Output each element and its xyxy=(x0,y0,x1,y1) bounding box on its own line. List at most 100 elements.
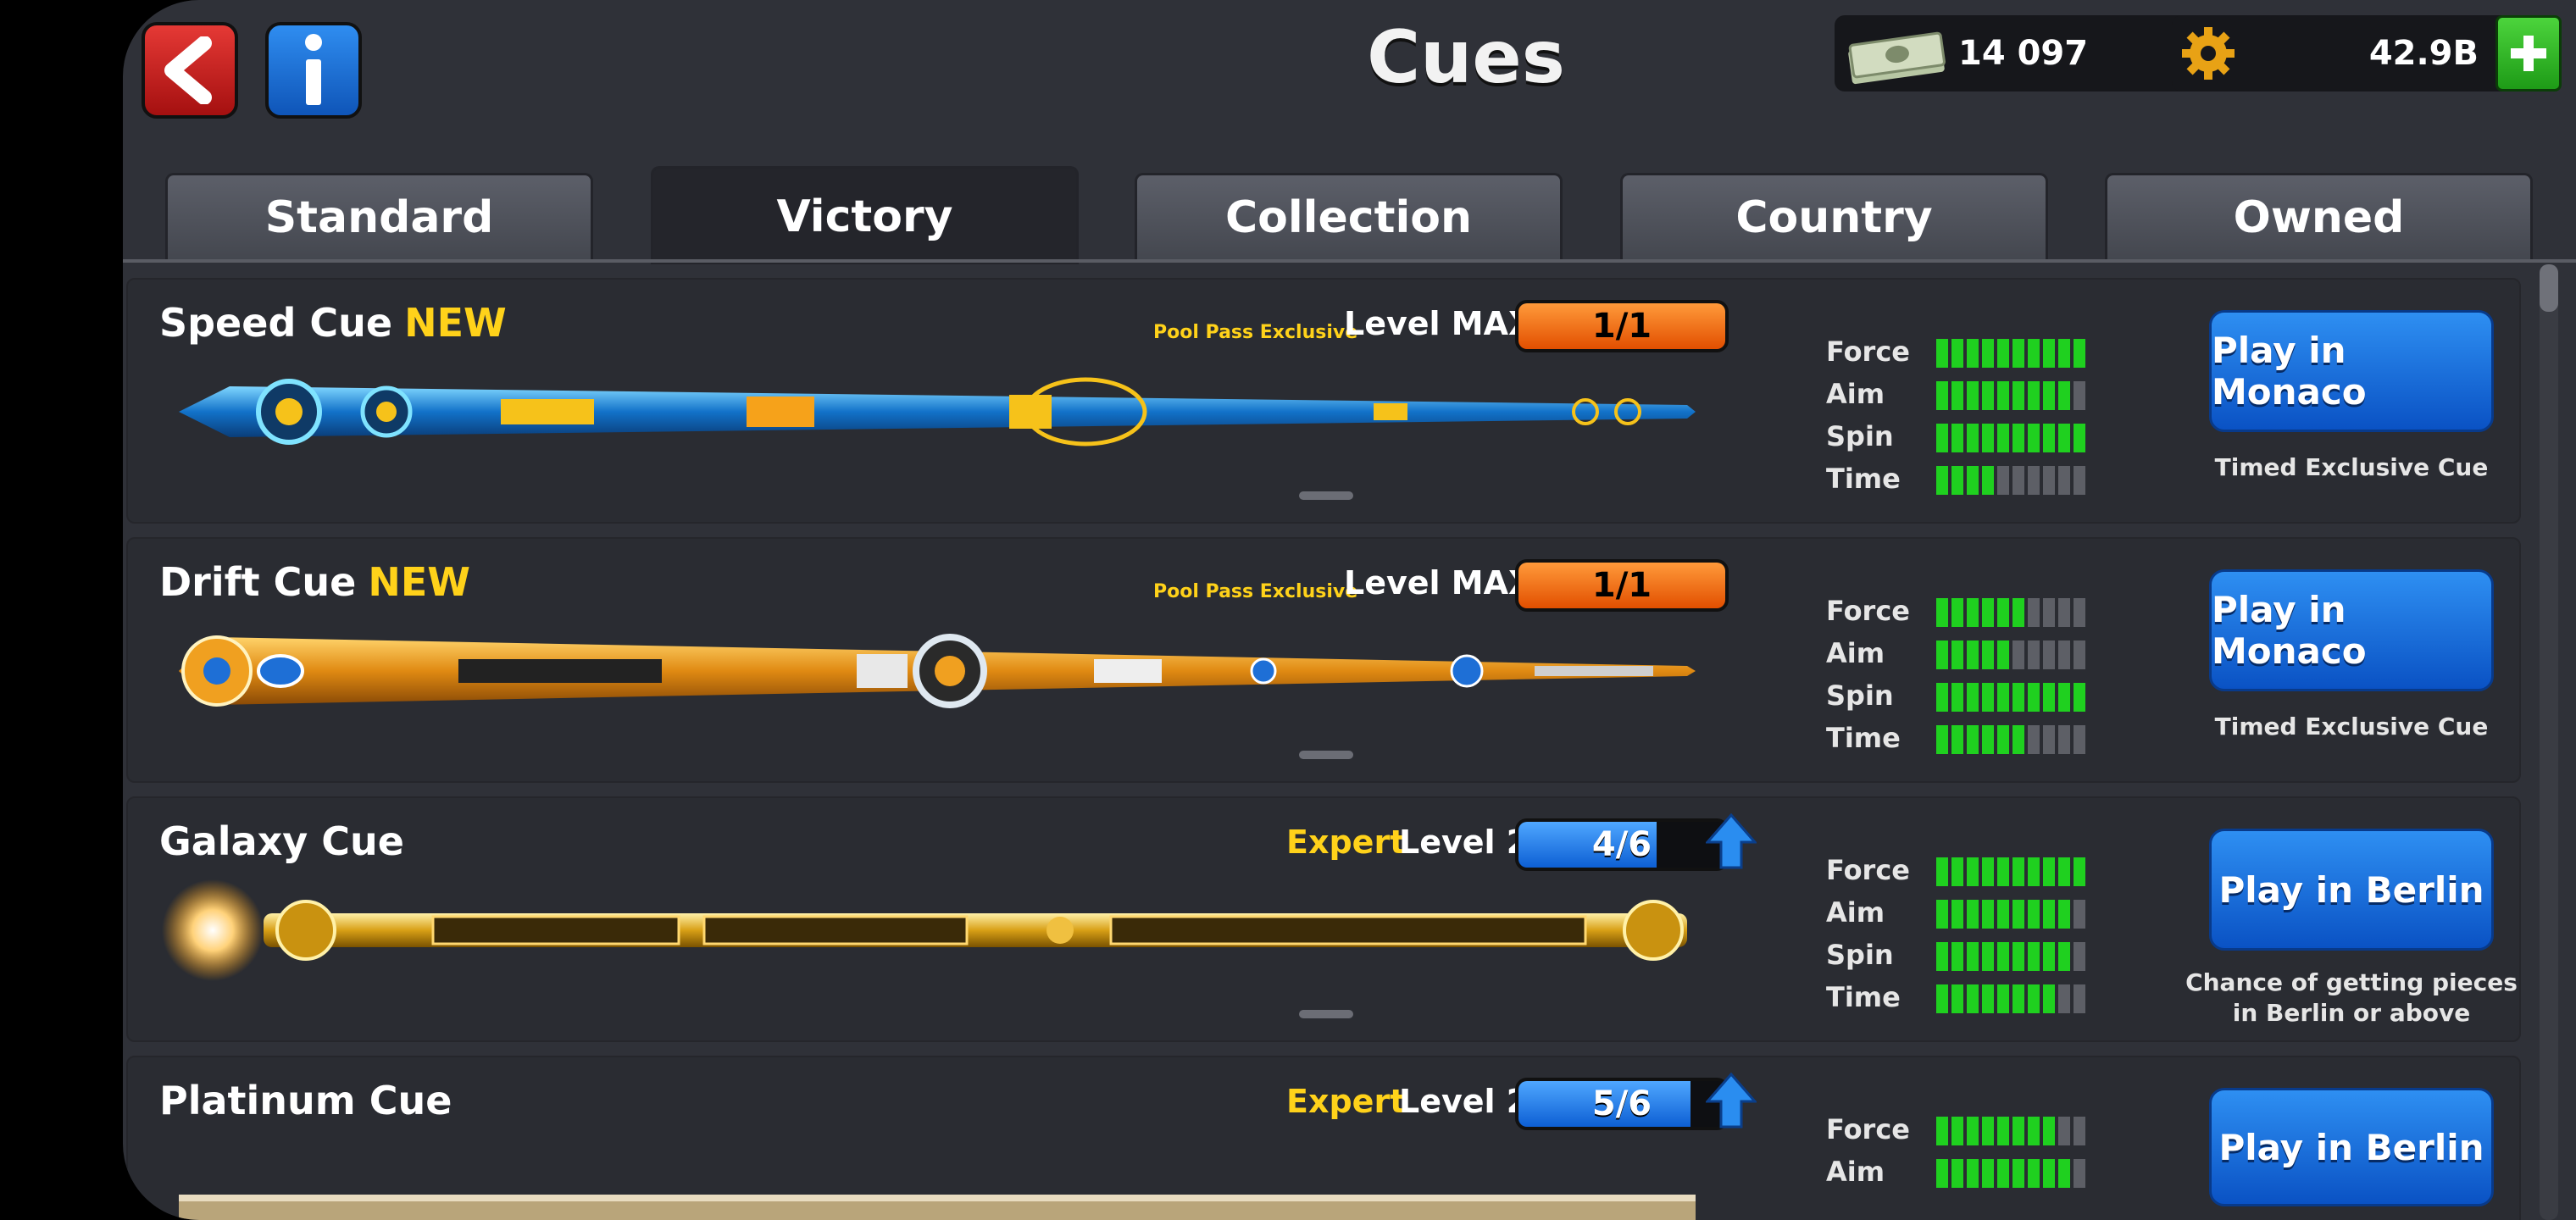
play-in-berlin-button[interactable]: Play in Berlin xyxy=(2209,829,2494,951)
stat-segment xyxy=(1997,381,2009,410)
plus-icon xyxy=(2511,36,2546,71)
stat-segment xyxy=(2012,683,2024,712)
stat-segment xyxy=(1936,725,1948,754)
stat-segment xyxy=(1967,339,1979,368)
stat-segment xyxy=(2058,942,2070,971)
stat-bar-aim xyxy=(1936,640,2085,669)
stat-segment xyxy=(1936,683,1948,712)
stat-segment xyxy=(2058,683,2070,712)
drift-cue-image xyxy=(179,634,1696,708)
stat-segment xyxy=(2058,466,2070,495)
add-coins-button[interactable] xyxy=(2496,15,2562,92)
game-screen: Cues 14 097 42.9B Standard Victory Colle… xyxy=(123,0,2576,1220)
stat-segment xyxy=(2043,683,2055,712)
stat-spin: Spin xyxy=(1826,415,2097,458)
cue-note: Timed Exclusive Cue xyxy=(2214,713,2489,740)
stat-segment xyxy=(2012,900,2024,929)
tab-country[interactable]: Country xyxy=(1620,173,2048,259)
stat-bar-aim xyxy=(1936,900,2085,929)
stat-segment xyxy=(2012,984,2024,1013)
stat-label-aim: Aim xyxy=(1826,637,1885,669)
stat-aim: Aim xyxy=(1826,891,2097,934)
play-in-berlin-button[interactable]: Play in Berlin xyxy=(2209,1088,2494,1206)
stat-segment xyxy=(2043,381,2055,410)
stat-segment xyxy=(2058,725,2070,754)
stat-bar-time xyxy=(1936,725,2085,754)
stat-time: Time xyxy=(1826,458,2097,500)
drag-handle[interactable] xyxy=(1299,751,1353,759)
stat-segment xyxy=(1967,381,1979,410)
level-progress-bar: 1/1 xyxy=(1515,300,1729,352)
stat-segment xyxy=(2028,598,2040,627)
stat-segment xyxy=(2074,1159,2085,1188)
stat-segment xyxy=(1967,1117,1979,1145)
stat-segment xyxy=(1967,640,1979,669)
tab-victory[interactable]: Victory xyxy=(651,166,1079,264)
stat-label-spin: Spin xyxy=(1826,420,1894,452)
stat-segment xyxy=(2028,466,2040,495)
stat-segment xyxy=(1997,900,2009,929)
stat-segment xyxy=(1951,424,1963,452)
cue-name-text: Speed Cue xyxy=(159,300,393,346)
stat-segment xyxy=(2028,640,2040,669)
stat-segment xyxy=(2043,339,2055,368)
tab-standard[interactable]: Standard xyxy=(165,173,593,259)
stat-segment xyxy=(2058,1117,2070,1145)
stat-segment xyxy=(1936,900,1948,929)
stat-segment xyxy=(1982,683,1994,712)
stat-segment xyxy=(2074,857,2085,886)
upgrade-arrow-icon[interactable] xyxy=(1706,1073,1757,1128)
stat-segment xyxy=(2012,1117,2024,1145)
stat-segment xyxy=(1982,598,1994,627)
upgrade-arrow-icon[interactable] xyxy=(1706,813,1757,869)
stat-segment xyxy=(2012,942,2024,971)
stat-segment xyxy=(2012,1159,2024,1188)
stat-segment xyxy=(1982,424,1994,452)
scroll-track[interactable] xyxy=(2540,264,2558,1220)
stat-segment xyxy=(2074,900,2085,929)
stat-time: Time xyxy=(1826,976,2097,1018)
stat-label-time: Time xyxy=(1826,463,1901,495)
cue-name: Speed Cue NEW xyxy=(159,300,507,346)
stat-force: Force xyxy=(1826,1108,2097,1151)
stat-segment xyxy=(1951,857,1963,886)
play-in-monaco-button[interactable]: Play in Monaco xyxy=(2209,310,2494,432)
stat-segment xyxy=(2028,984,2040,1013)
back-button[interactable] xyxy=(142,22,238,119)
stat-label-force: Force xyxy=(1826,595,1910,627)
tab-owned[interactable]: Owned xyxy=(2105,173,2533,259)
stat-segment xyxy=(1967,466,1979,495)
cue-card-speed: Speed Cue NEW Pool Pass Exclusive Level M… xyxy=(126,278,2521,524)
stat-label-spin: Spin xyxy=(1826,679,1894,712)
level-progress-bar: 5/6 xyxy=(1515,1078,1729,1130)
stat-segment xyxy=(2043,1117,2055,1145)
stat-segment xyxy=(1936,984,1948,1013)
stat-segment xyxy=(2012,857,2024,886)
app-root: Cues 14 097 42.9B Standard Victory Colle… xyxy=(0,0,2576,1220)
stat-segment xyxy=(1997,1117,2009,1145)
stat-segment xyxy=(2058,598,2070,627)
cue-name: Drift Cue NEW xyxy=(159,559,470,605)
stat-bar-aim xyxy=(1936,381,2085,410)
stat-segment xyxy=(1982,984,1994,1013)
stat-segment xyxy=(1951,640,1963,669)
drag-handle[interactable] xyxy=(1299,491,1353,500)
scrollbar-thumb[interactable] xyxy=(2540,264,2558,312)
stat-segment xyxy=(1997,683,2009,712)
info-button[interactable] xyxy=(265,22,362,119)
back-arrow-icon xyxy=(164,36,212,104)
play-in-monaco-button[interactable]: Play in Monaco xyxy=(2209,569,2494,691)
stat-segment xyxy=(1997,466,2009,495)
stat-segment xyxy=(1967,598,1979,627)
stat-segment xyxy=(1936,942,1948,971)
stat-segment xyxy=(2012,640,2024,669)
stat-segment xyxy=(1997,598,2009,627)
tab-collection[interactable]: Collection xyxy=(1135,173,1563,259)
stat-segment xyxy=(2074,381,2085,410)
stat-segment xyxy=(1967,900,1979,929)
expert-tag: Expert xyxy=(1286,1083,1406,1120)
cue-note: Timed Exclusive Cue xyxy=(2214,453,2489,481)
speed-cue-image xyxy=(179,377,1696,446)
drag-handle[interactable] xyxy=(1299,1010,1353,1018)
cue-card-galaxy: Galaxy Cue Expert Level 2 4/6 Force Aim … xyxy=(126,796,2521,1042)
